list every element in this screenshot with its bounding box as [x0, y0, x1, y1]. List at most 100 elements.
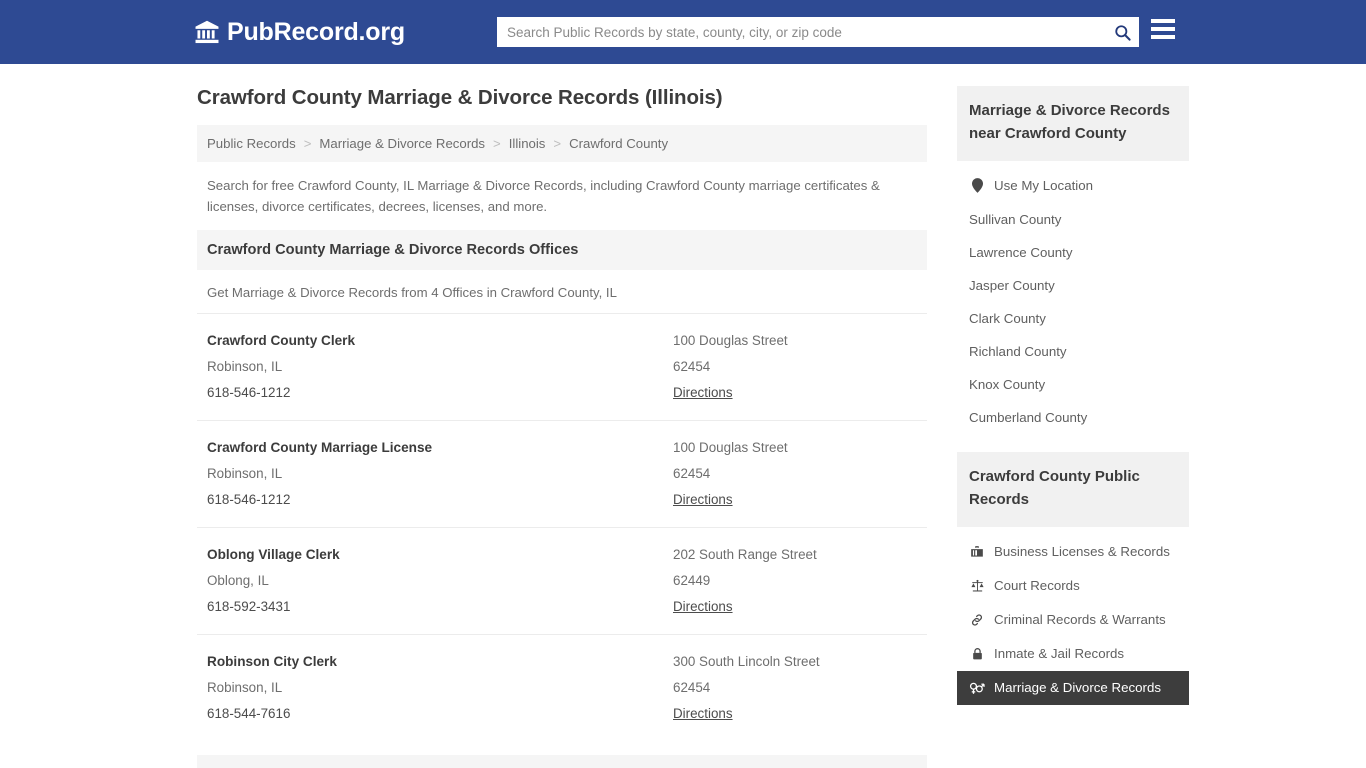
office-address: 202 South Range Street 62449 Directions	[673, 542, 917, 620]
office-zip: 62454	[673, 358, 711, 374]
office-zip: 62449	[673, 572, 711, 588]
hamburger-menu-icon[interactable]	[1151, 19, 1175, 39]
sidebar-item-business-licenses[interactable]: Business Licenses & Records	[957, 535, 1189, 569]
sidebar-item-clark-county[interactable]: Clark County	[957, 302, 1189, 335]
sidebar-item-label: Sullivan County	[969, 211, 1062, 227]
directions-link[interactable]: Directions	[673, 701, 917, 727]
offices-section-heading: Crawford County Marriage & Divorce Recor…	[197, 229, 927, 270]
breadcrumb-item-crawford-county: Crawford County	[569, 136, 669, 151]
sidebar-item-richland-county[interactable]: Richland County	[957, 335, 1189, 368]
search-button[interactable]	[1105, 17, 1139, 47]
office-address: 300 South Lincoln Street 62454 Direction…	[673, 649, 917, 727]
sidebar-item-label: Court Records	[994, 578, 1080, 594]
search-icon	[1114, 24, 1131, 41]
office-city-state: Robinson, IL	[207, 679, 283, 695]
office-street: 100 Douglas Street	[673, 332, 788, 348]
padlock-icon	[969, 646, 985, 662]
sidebar-item-label: Cumberland County	[969, 409, 1088, 425]
sidebar-item-criminal-records[interactable]: Criminal Records & Warrants	[957, 603, 1189, 637]
office-row: Robinson City Clerk Robinson, IL 618-544…	[197, 633, 927, 741]
directions-link[interactable]: Directions	[673, 380, 917, 406]
office-name[interactable]: Oblong Village Clerk	[207, 542, 673, 568]
sidebar-item-label: Marriage & Divorce Records	[994, 680, 1162, 696]
logo-text: PubRecord.org	[227, 17, 405, 46]
office-address: 100 Douglas Street 62454 Directions	[673, 435, 917, 513]
hamburger-bar	[1151, 27, 1175, 31]
office-info: Crawford County Clerk Robinson, IL 618-5…	[207, 328, 673, 406]
public-records-widget: Crawford County Public Records Business …	[957, 451, 1189, 705]
directions-link[interactable]: Directions	[673, 487, 917, 513]
breadcrumb-item-illinois[interactable]: Illinois	[509, 136, 546, 151]
intro-text: Search for free Crawford County, IL Marr…	[207, 178, 880, 214]
office-phone[interactable]: 618-546-1212	[207, 487, 673, 513]
office-row: Oblong Village Clerk Oblong, IL 618-592-…	[197, 526, 927, 634]
sidebar-item-label: Clark County	[969, 310, 1046, 326]
breadcrumb: Public Records > Marriage & Divorce Reco…	[197, 125, 927, 162]
sidebar-item-label: Knox County	[969, 376, 1046, 392]
office-zip: 62454	[673, 465, 711, 481]
office-row: Crawford County Clerk Robinson, IL 618-5…	[197, 312, 927, 420]
office-city-state: Oblong, IL	[207, 572, 269, 588]
search-input[interactable]	[497, 18, 1105, 46]
breadcrumb-separator: >	[303, 136, 312, 151]
sidebar-item-label: Inmate & Jail Records	[994, 646, 1125, 662]
venus-mars-icon	[969, 680, 985, 696]
office-street: 300 South Lincoln Street	[673, 653, 820, 669]
office-name[interactable]: Crawford County Marriage License	[207, 435, 673, 461]
chain-link-icon	[969, 612, 985, 628]
breadcrumb-item-public-records[interactable]: Public Records	[207, 136, 296, 151]
sidebar-item-use-my-location[interactable]: Use My Location	[957, 169, 1189, 203]
sidebar-item-label: Richland County	[969, 343, 1067, 359]
public-records-list: Business Licenses & Records Court Record…	[957, 527, 1189, 705]
office-info: Robinson City Clerk Robinson, IL 618-544…	[207, 649, 673, 727]
main-content: Crawford County Marriage & Divorce Recor…	[197, 86, 927, 768]
sidebar-item-label: Jasper County	[969, 277, 1055, 293]
sidebar-item-label: Business Licenses & Records	[994, 544, 1170, 560]
sidebar-item-label: Criminal Records & Warrants	[994, 612, 1166, 628]
databases-section-heading: Crawford County Marriage & Divorce Recor…	[197, 754, 927, 768]
bank-icon	[195, 20, 219, 44]
office-name[interactable]: Crawford County Clerk	[207, 328, 673, 354]
sidebar-item-sullivan-county[interactable]: Sullivan County	[957, 203, 1189, 236]
hamburger-bar	[1151, 35, 1175, 39]
sidebar-item-lawrence-county[interactable]: Lawrence County	[957, 236, 1189, 269]
office-phone[interactable]: 618-592-3431	[207, 594, 673, 620]
breadcrumb-item-marriage-divorce-records[interactable]: Marriage & Divorce Records	[319, 136, 485, 151]
office-street: 202 South Range Street	[673, 546, 817, 562]
nearby-records-widget: Marriage & Divorce Records near Crawford…	[957, 86, 1189, 434]
breadcrumb-separator: >	[553, 136, 562, 151]
public-records-heading: Crawford County Public Records	[957, 451, 1189, 527]
briefcase-icon	[969, 544, 985, 560]
sidebar-item-label: Use My Location	[994, 178, 1094, 194]
office-phone[interactable]: 618-544-7616	[207, 701, 673, 727]
scales-icon	[969, 578, 985, 594]
offices-section-subheading: Get Marriage & Divorce Records from 4 Of…	[207, 284, 617, 300]
office-street: 100 Douglas Street	[673, 439, 788, 455]
page-title: Crawford County Marriage & Divorce Recor…	[197, 86, 723, 109]
sidebar-item-marriage-divorce-records[interactable]: Marriage & Divorce Records	[957, 670, 1189, 705]
office-city-state: Robinson, IL	[207, 465, 283, 481]
directions-link[interactable]: Directions	[673, 594, 917, 620]
map-pin-icon	[969, 178, 985, 194]
sidebar-item-court-records[interactable]: Court Records	[957, 569, 1189, 603]
nearby-records-list: Use My Location Sullivan County Lawrence…	[957, 161, 1189, 434]
sidebar-item-knox-county[interactable]: Knox County	[957, 368, 1189, 401]
breadcrumb-separator: >	[493, 136, 501, 151]
site-logo[interactable]: PubRecord.org	[194, 18, 405, 47]
office-zip: 62454	[673, 679, 711, 695]
sidebar-item-label: Lawrence County	[969, 244, 1073, 260]
office-phone[interactable]: 618-546-1212	[207, 380, 673, 406]
hamburger-bar	[1151, 19, 1175, 23]
site-header: PubRecord.org	[0, 0, 1366, 64]
office-info: Oblong Village Clerk Oblong, IL 618-592-…	[207, 542, 673, 620]
office-address: 100 Douglas Street 62454 Directions	[673, 328, 917, 406]
office-info: Crawford County Marriage License Robinso…	[207, 435, 673, 513]
office-city-state: Robinson, IL	[207, 358, 283, 374]
search-bar[interactable]	[497, 17, 1139, 47]
office-name[interactable]: Robinson City Clerk	[207, 649, 673, 675]
sidebar-item-jasper-county[interactable]: Jasper County	[957, 269, 1189, 302]
sidebar: Marriage & Divorce Records near Crawford…	[957, 86, 1189, 768]
sidebar-item-inmate-jail-records[interactable]: Inmate & Jail Records	[957, 637, 1189, 671]
page-body: Crawford County Marriage & Divorce Recor…	[0, 64, 1366, 768]
sidebar-item-cumberland-county[interactable]: Cumberland County	[957, 401, 1189, 434]
